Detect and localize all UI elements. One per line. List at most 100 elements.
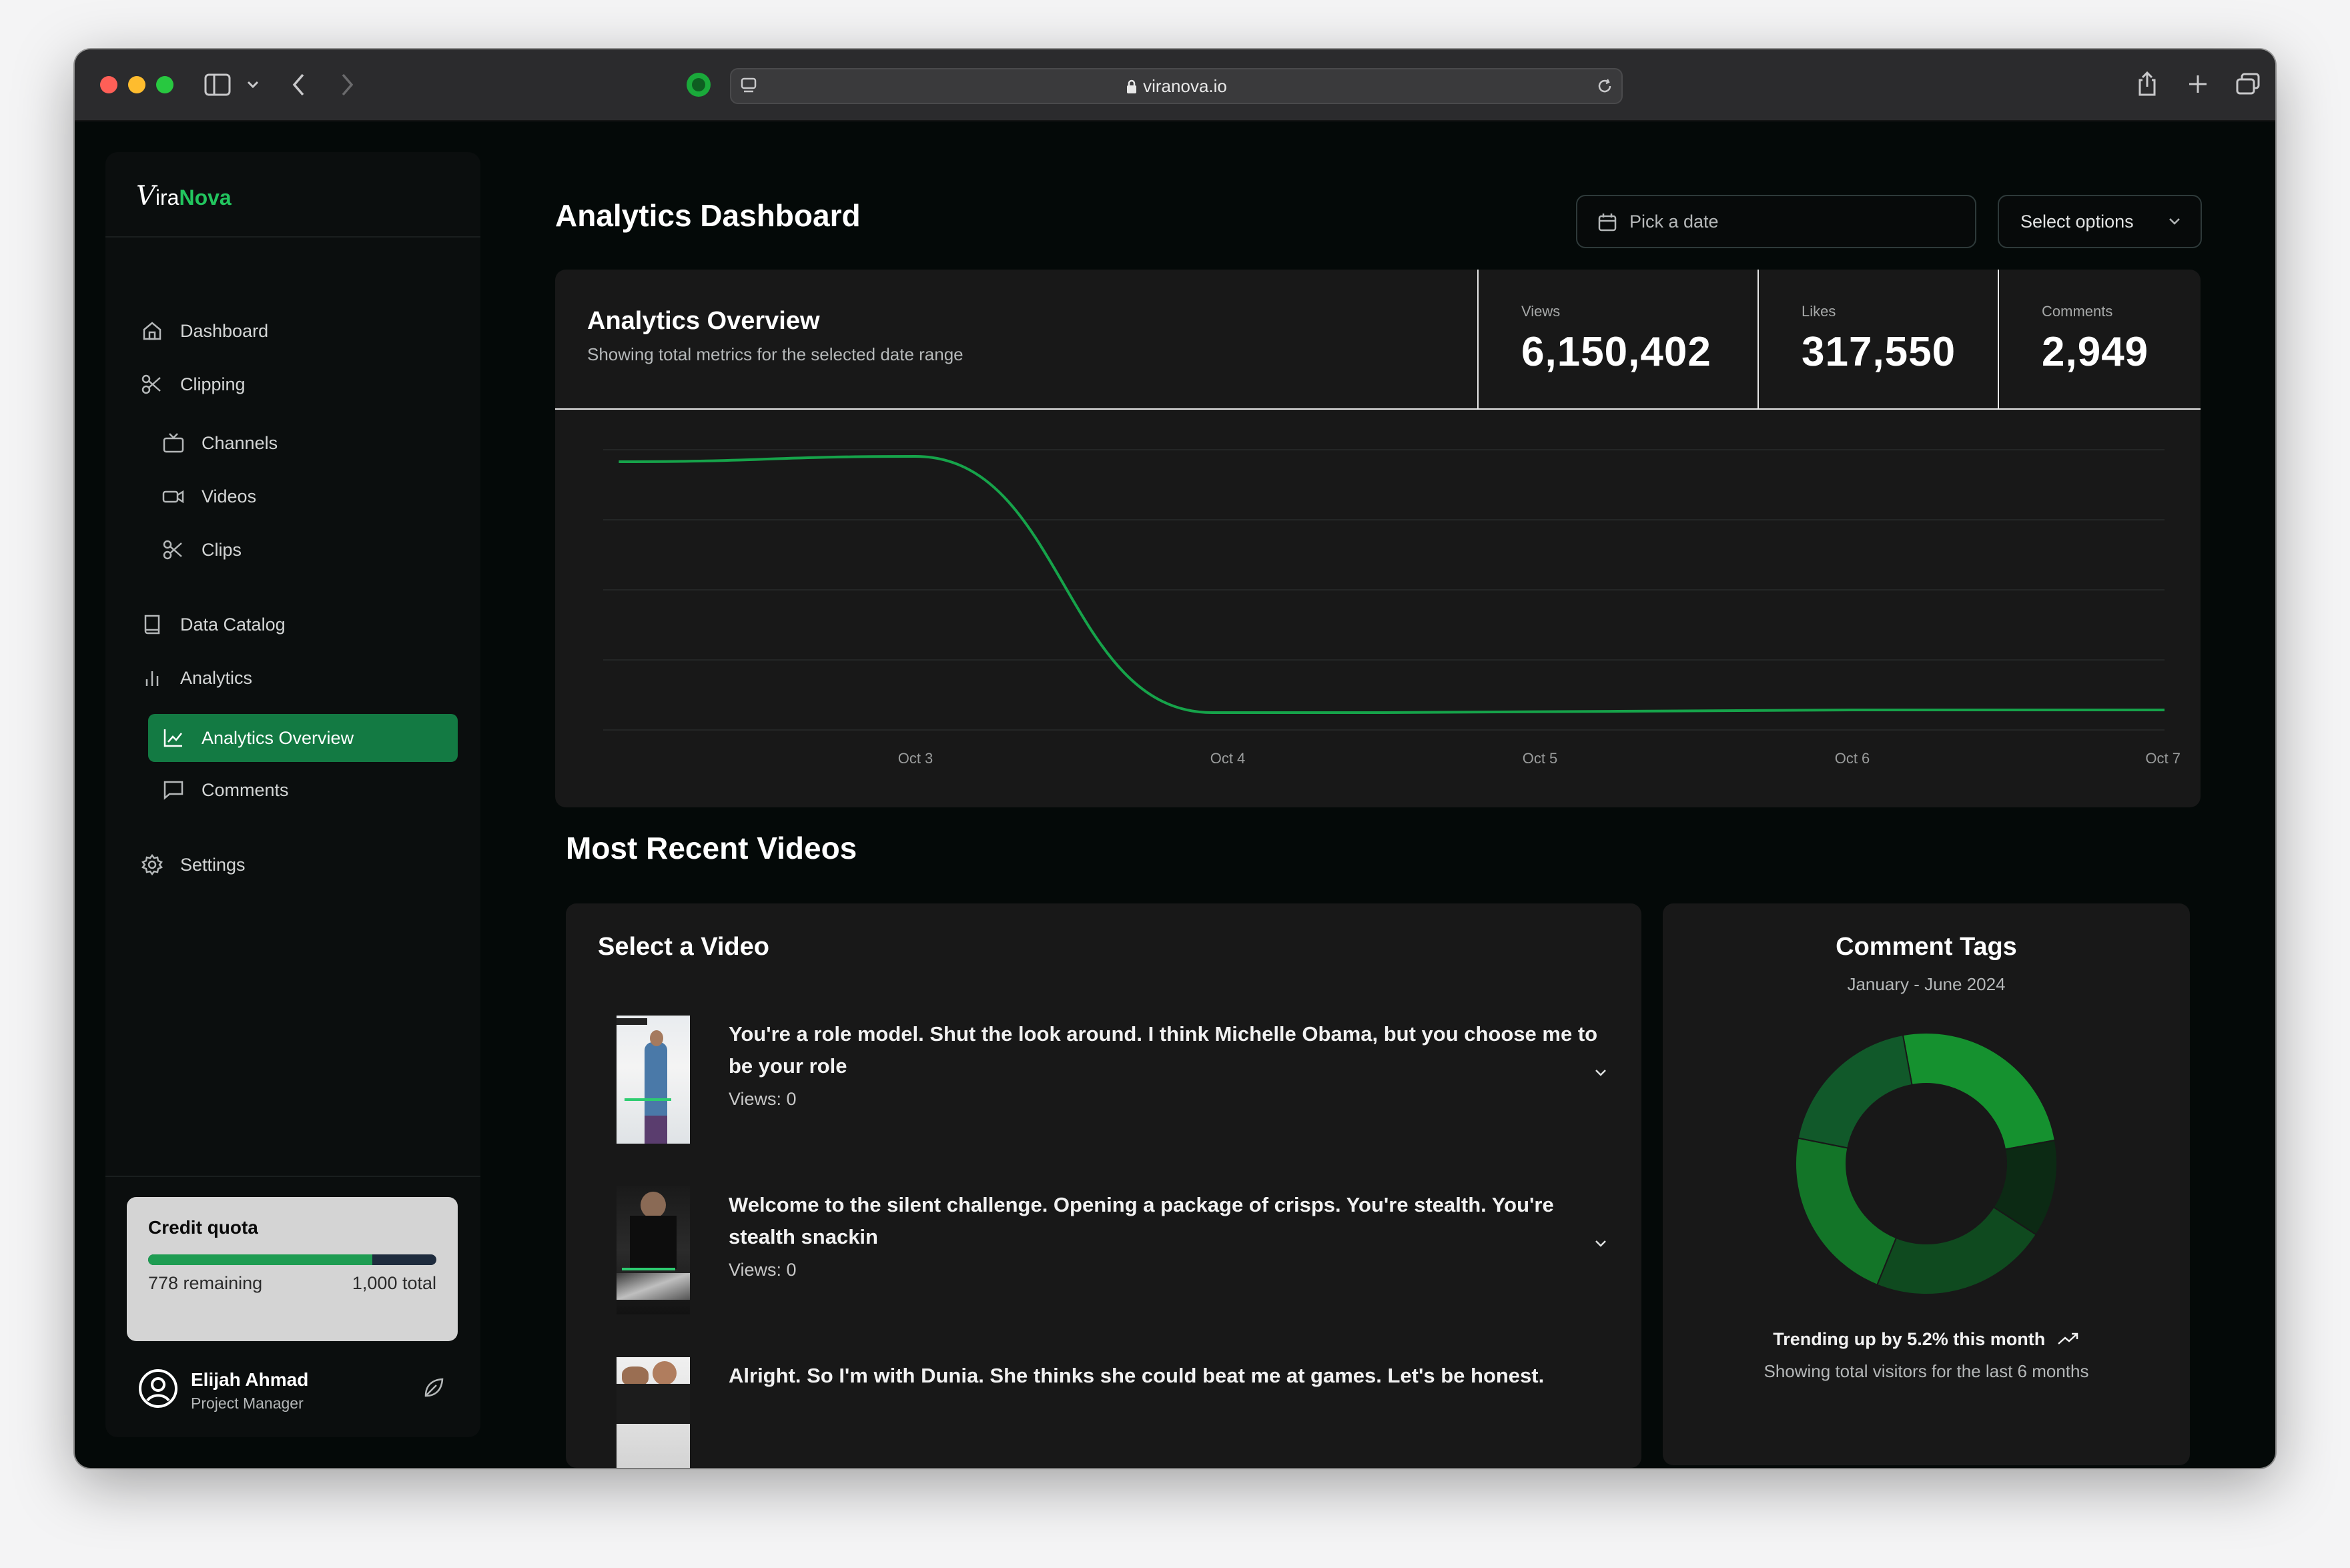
donut-slice[interactable] [1795, 1137, 1898, 1286]
sidebar-item-clips[interactable]: Clips [105, 526, 480, 574]
minimize-window-button[interactable] [128, 76, 145, 93]
sidebar-item-label: Clipping [180, 374, 246, 394]
x-tick-label: Oct 5 [1523, 750, 1558, 767]
sidebar-item-settings[interactable]: Settings [105, 841, 480, 889]
chevron-down-icon [2169, 218, 2180, 225]
section-title-recent-videos: Most Recent Videos [566, 831, 857, 865]
lock-icon [1127, 79, 1137, 93]
share-icon[interactable] [2136, 71, 2158, 97]
sidebar-item-label: Analytics [180, 668, 253, 688]
sidebar-item-comments[interactable]: Comments [105, 766, 480, 814]
select-options-dropdown[interactable]: Select options [1998, 195, 2202, 248]
video-list-item[interactable]: You're a role model. Shut the look aroun… [566, 1008, 1641, 1154]
tab-overview-icon[interactable] [2235, 72, 2261, 96]
video-title: You're a role model. Shut the look aroun… [729, 1022, 1598, 1078]
overview-subtitle: Showing total metrics for the selected d… [587, 344, 963, 364]
tv-icon [163, 433, 184, 453]
sidebar-item-analytics-overview[interactable]: Analytics Overview [148, 714, 458, 762]
stat-value: 6,150,402 [1521, 329, 1711, 375]
x-tick-label: Oct 3 [898, 750, 933, 767]
scissors-icon [163, 540, 182, 560]
select-video-title: Select a Video [598, 933, 769, 961]
url-field[interactable]: viranova.io [731, 69, 1621, 103]
overview-title: Analytics Overview [587, 307, 820, 335]
video-thumbnail [617, 1357, 690, 1468]
back-icon[interactable] [291, 72, 307, 97]
video-thumbnail [617, 1186, 690, 1314]
video-icon [162, 490, 184, 504]
maximize-window-button[interactable] [156, 76, 173, 93]
avatar [139, 1369, 177, 1408]
divider [105, 236, 480, 238]
select-video-card: Select a Video You're a role model. Shut… [566, 903, 1641, 1468]
sidebar-item-label: Clips [202, 540, 242, 560]
stat-likes[interactable]: Likes 317,550 [1757, 270, 1999, 408]
trend-text: Trending up by 5.2% this month [1773, 1329, 2046, 1349]
views-line-chart: Oct 3 Oct 4 Oct 5 Oct 6 Oct 7 [603, 449, 2181, 767]
sidebar: ViraNova Dashboard Clipping Channels Vid… [105, 152, 480, 1437]
sidebar-item-clipping[interactable]: Clipping [105, 360, 480, 408]
x-tick-label: Oct 6 [1835, 750, 1870, 767]
credit-quota-card: Credit quota 778 remaining 1,000 total [127, 1197, 458, 1341]
comment-tags-title: Comment Tags [1836, 933, 2017, 961]
stat-value: 2,949 [2042, 329, 2149, 375]
page-title: Analytics Dashboard [555, 198, 861, 233]
browser-window: viranova.io ViraNova Dashboard Clipping … [75, 49, 2275, 1468]
video-title: Alright. So I'm with Dunia. She thinks s… [729, 1364, 1545, 1387]
x-tick-label: Oct 7 [2145, 750, 2181, 767]
line-chart-icon [163, 729, 182, 747]
donut-slice[interactable] [1876, 1206, 2037, 1295]
date-picker-button[interactable]: Pick a date [1576, 195, 1976, 248]
extension-icon[interactable] [685, 71, 713, 99]
chevron-down-icon[interactable] [1593, 1238, 1608, 1249]
sidebar-item-data-catalog[interactable]: Data Catalog [105, 601, 480, 649]
forward-icon[interactable] [339, 72, 355, 97]
comment-tags-donut-chart [1795, 1032, 2058, 1295]
logo-text: ira [155, 185, 179, 210]
chevron-down-icon[interactable] [1593, 1068, 1608, 1078]
sidebar-item-label: Analytics Overview [202, 728, 354, 748]
stat-comments[interactable]: Comments 2,949 [1998, 270, 2202, 408]
stat-views[interactable]: Views 6,150,402 [1477, 270, 1759, 408]
video-views: Views: 0 [729, 1089, 797, 1109]
user-profile[interactable]: Elijah Ahmad Project Manager [105, 1353, 480, 1420]
browser-toolbar: viranova.io [75, 49, 2275, 121]
reload-icon[interactable] [1596, 77, 1613, 95]
credit-title: Credit quota [148, 1217, 258, 1238]
credit-progress-bar [148, 1254, 436, 1265]
user-name: Elijah Ahmad [191, 1369, 309, 1390]
select-options-label: Select options [2020, 212, 2134, 232]
logo-accent-text: Nova [179, 185, 232, 210]
sidebar-item-channels[interactable]: Channels [105, 419, 480, 467]
donut-slice[interactable] [1797, 1034, 1913, 1149]
credit-remaining: 778 remaining [148, 1273, 263, 1293]
views-series-line [619, 454, 2165, 714]
sidebar-item-label: Settings [180, 855, 246, 875]
donut-slice[interactable] [1902, 1032, 2056, 1150]
sidebar-item-dashboard[interactable]: Dashboard [105, 307, 480, 355]
video-list-item[interactable]: Welcome to the silent challenge. Opening… [566, 1178, 1641, 1325]
stat-label: Views [1521, 303, 1561, 320]
credit-total: 1,000 total [352, 1273, 436, 1293]
close-window-button[interactable] [100, 76, 117, 93]
comment-tags-footer: Showing total visitors for the last 6 mo… [1764, 1361, 2089, 1381]
sidebar-item-videos[interactable]: Videos [105, 472, 480, 520]
sidebar-item-analytics[interactable]: Analytics [105, 654, 480, 702]
calendar-icon [1598, 214, 1617, 232]
address-bar[interactable]: viranova.io [730, 68, 1623, 104]
trending-up-icon [2057, 1332, 2078, 1344]
comment-tags-card: Comment Tags January - June 2024 Trendin… [1663, 903, 2190, 1465]
video-list-item[interactable]: Alright. So I'm with Dunia. She thinks s… [566, 1349, 1641, 1468]
message-square-icon [163, 781, 183, 800]
credit-progress-fill [148, 1254, 373, 1265]
sidebar-toggle-icon[interactable] [204, 72, 231, 97]
x-tick-label: Oct 4 [1210, 750, 1246, 767]
sidebar-item-label: Data Catalog [180, 615, 286, 635]
brand-logo[interactable]: ViraNova [136, 176, 232, 216]
new-tab-icon[interactable] [2187, 73, 2209, 95]
user-role: Project Manager [191, 1395, 304, 1412]
chevron-down-icon[interactable] [247, 80, 259, 89]
leaf-icon[interactable] [422, 1376, 446, 1400]
trend-row: Trending up by 5.2% this month [1663, 1329, 2190, 1350]
home-icon [143, 322, 161, 340]
